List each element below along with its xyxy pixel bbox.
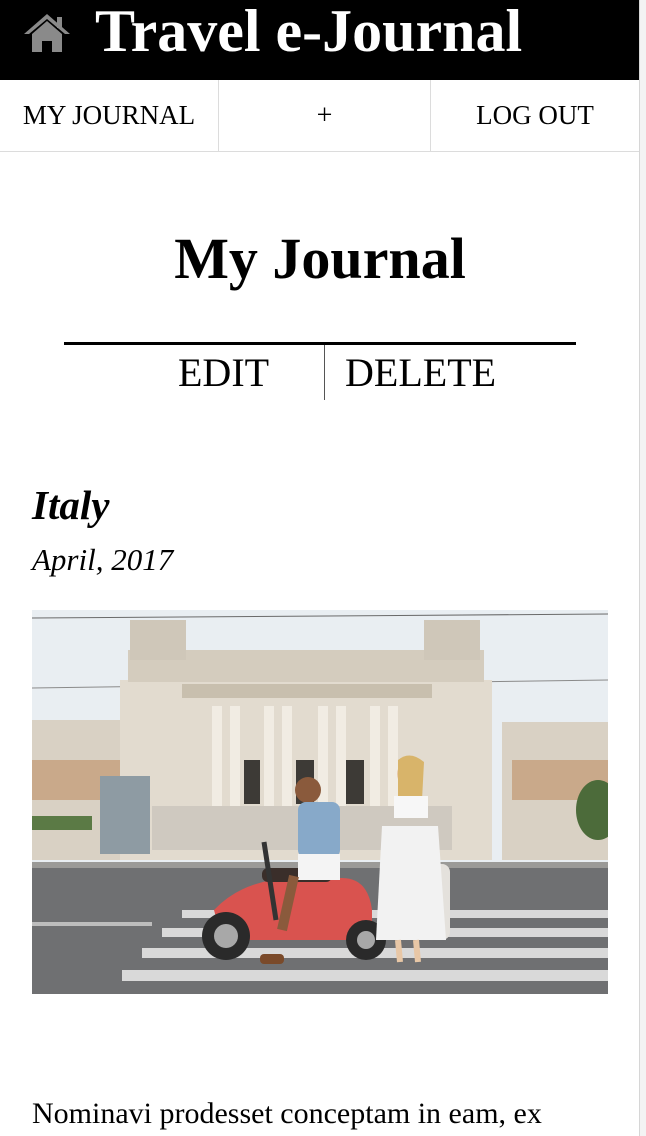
site-title: Travel e-Journal: [95, 0, 523, 64]
nav-add-entry[interactable]: +: [219, 80, 431, 151]
scrollbar-track: [640, 0, 646, 1136]
nav-log-out[interactable]: LOG OUT: [431, 80, 639, 151]
page: Travel e-Journal MY JOURNAL + LOG OUT My…: [0, 0, 640, 1136]
entry-date: April, 2017: [32, 542, 174, 577]
page-title: My Journal: [174, 226, 466, 291]
main-nav: MY JOURNAL + LOG OUT: [0, 80, 639, 152]
delete-button[interactable]: DELETE: [345, 349, 496, 397]
site-header: Travel e-Journal: [0, 0, 639, 80]
edit-button[interactable]: EDIT: [178, 349, 269, 397]
entry-title: Italy: [32, 482, 110, 528]
entry-body: Nominavi prodesset conceptam in eam, ex: [32, 1097, 542, 1130]
nav-my-journal[interactable]: MY JOURNAL: [0, 80, 219, 151]
action-divider: [324, 345, 325, 400]
journal-actions: EDIT DELETE: [64, 345, 576, 400]
home-icon[interactable]: [21, 10, 73, 54]
travel-photo: [32, 610, 608, 994]
